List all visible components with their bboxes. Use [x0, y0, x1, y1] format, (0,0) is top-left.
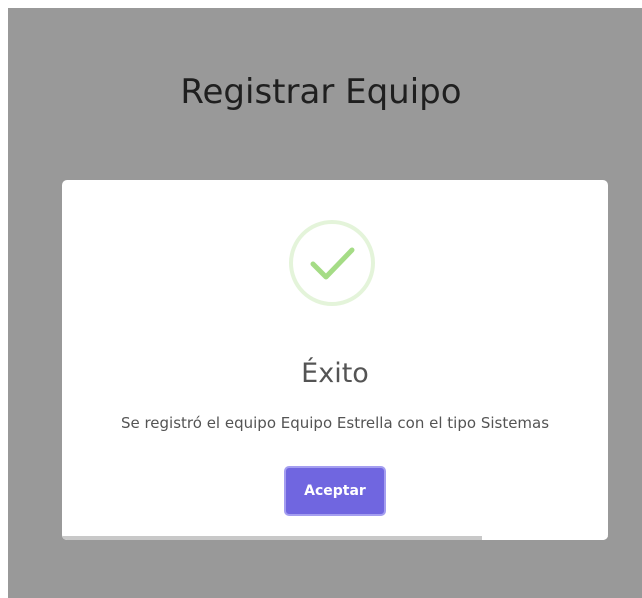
success-check-icon [289, 220, 375, 306]
timer-progress-track [62, 536, 608, 540]
dialog-title: Éxito [301, 358, 369, 389]
dialog-message: Se registró el equipo Equipo Estrella co… [120, 414, 550, 432]
success-dialog: Éxito Se registró el equipo Equipo Estre… [62, 180, 608, 540]
accept-button[interactable]: Aceptar [284, 466, 386, 516]
timer-progress-bar [62, 536, 483, 540]
page-title: Registrar Equipo [180, 72, 462, 112]
